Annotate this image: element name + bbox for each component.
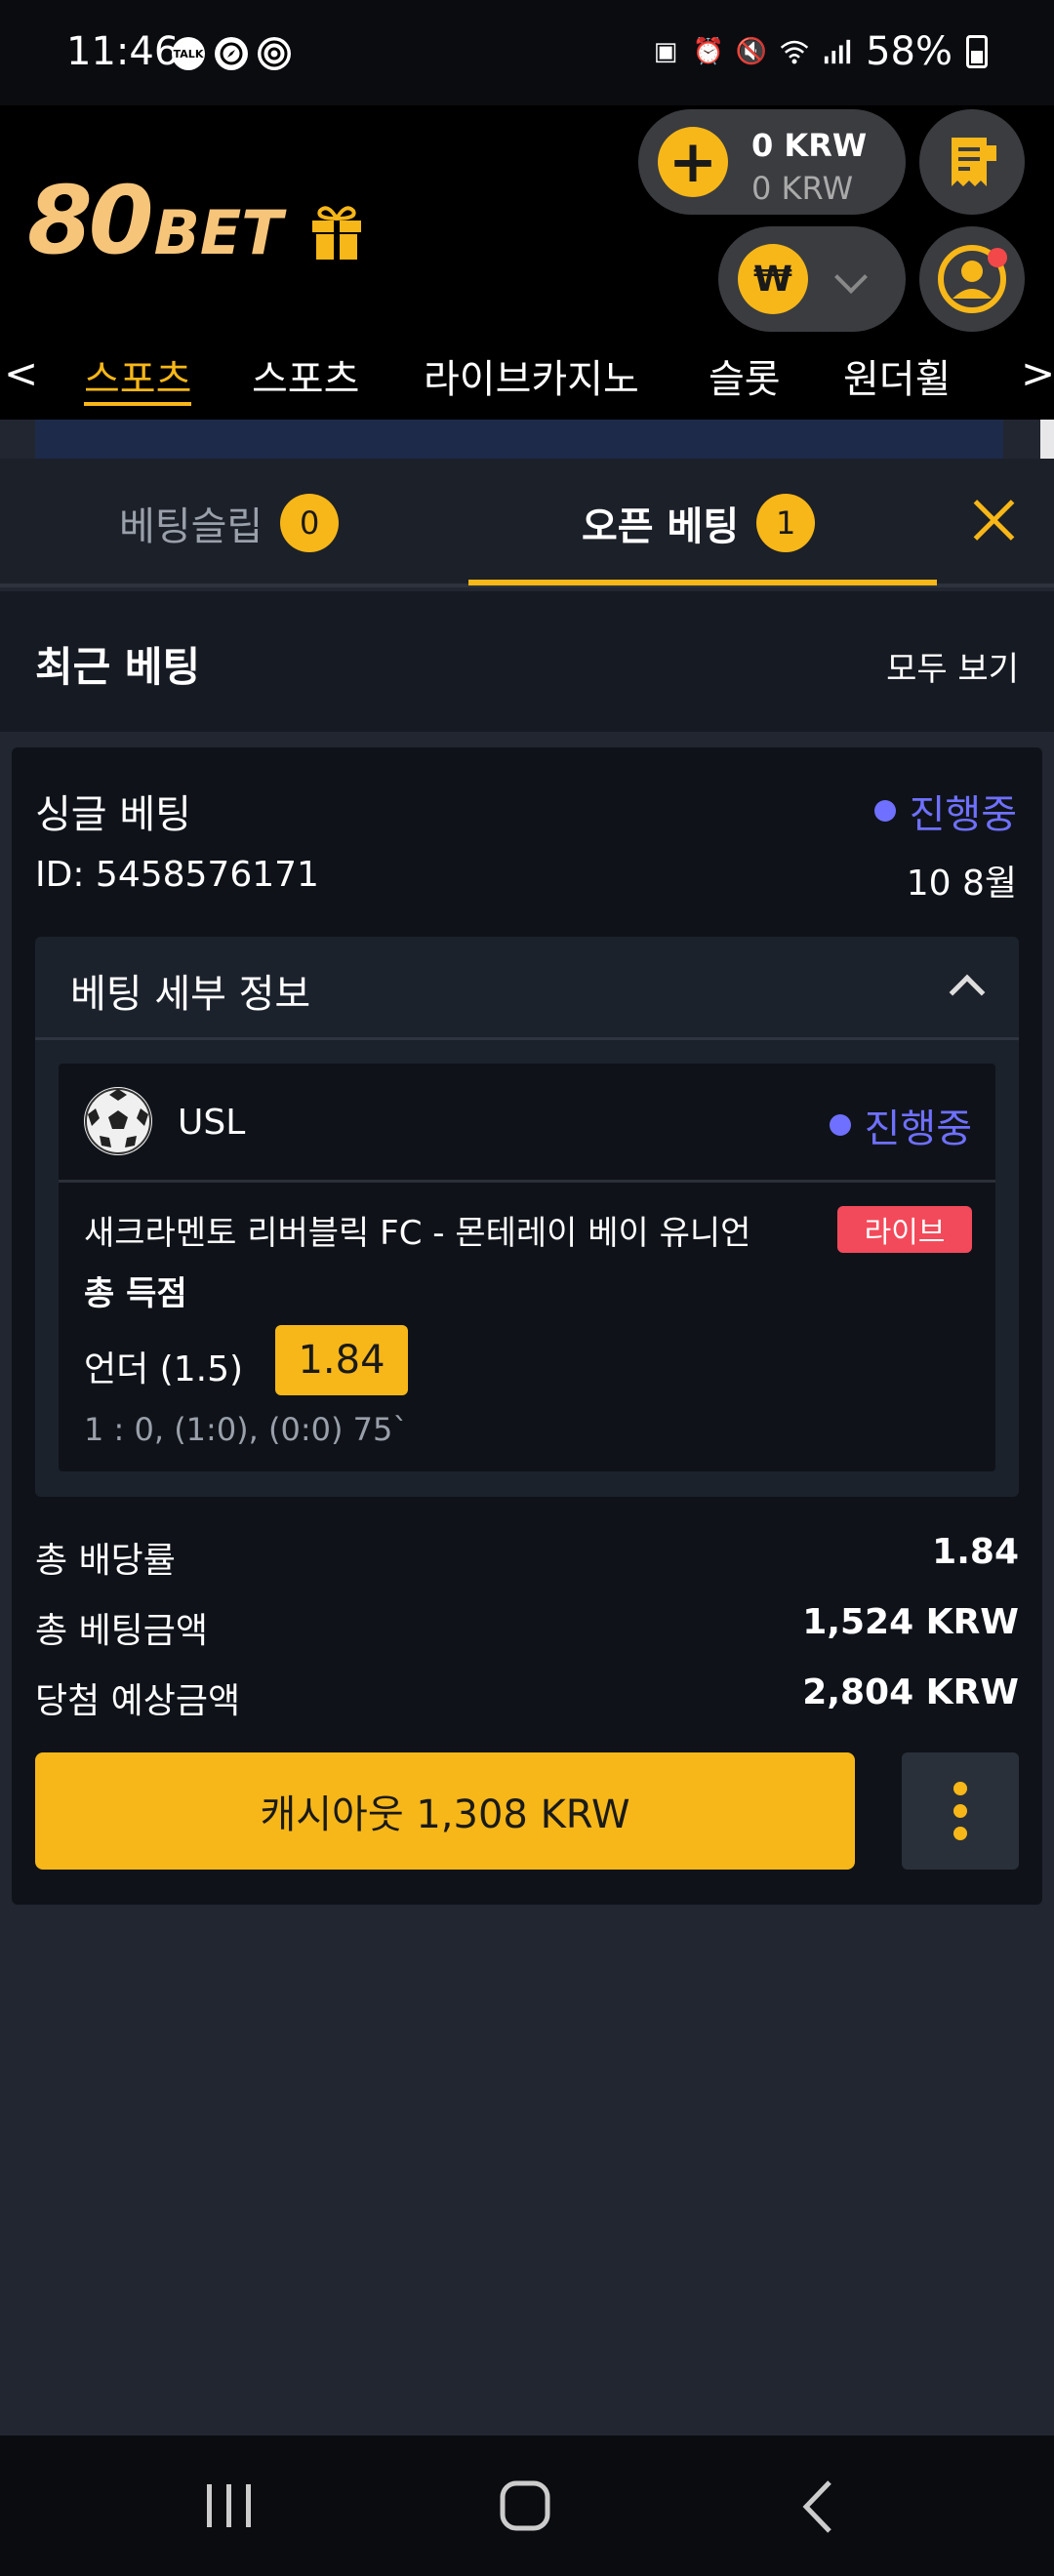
balance-pill[interactable]: + 0 KRW 0 KRW xyxy=(638,109,906,215)
talk-icon: TALK xyxy=(172,37,205,70)
chevron-down-icon xyxy=(834,261,868,294)
bet-tabs: 베팅슬립 0 오픈 베팅 1 xyxy=(0,459,1054,587)
user-avatar-icon xyxy=(938,245,1007,313)
total-stake-label: 총 베팅금액 xyxy=(35,1611,209,1651)
selection-name: 언더 (1.5) xyxy=(84,1349,244,1389)
won-currency-icon: ₩ xyxy=(738,244,808,314)
betslip-count-badge: 0 xyxy=(280,494,340,552)
more-options-button[interactable] xyxy=(902,1752,1019,1870)
app-header: 80 BET + 0 KRW 0 KRW ₩ xyxy=(0,105,1054,347)
match-teams: 새크라멘토 리버블릭 FC - 몬테레이 베이 유니언 xyxy=(84,1214,751,1253)
wifi-icon xyxy=(780,35,809,68)
category-nav: < 스포츠 스포츠 라이브카지노 슬롯 원더휠 > xyxy=(0,347,1054,420)
kebab-dot-icon xyxy=(953,1827,967,1840)
market-name: 총 득점 xyxy=(84,1274,187,1313)
see-all-link[interactable]: 모두 보기 xyxy=(886,642,1019,690)
compass-icon xyxy=(215,37,248,70)
bet-details-panel: 베팅 세부 정보 USL 진행중 새크라멘토 리버블릭 FC - 몬테레이 베이… xyxy=(35,937,1019,1497)
nav-item-sports-active[interactable]: 스포츠 xyxy=(84,347,191,404)
nav-item-live-casino[interactable]: 라이브카지노 xyxy=(424,347,639,404)
match-status: 진행중 xyxy=(829,1097,972,1153)
battery-saver-icon: ▣ xyxy=(653,37,678,66)
soccer-ball-icon xyxy=(84,1087,152,1155)
status-dot-icon xyxy=(873,800,896,822)
bet-card: 싱글 베팅 진행중 ID: 5458576171 10 8월 베팅 세부 정보 xyxy=(12,747,1042,1905)
match-item: USL 진행중 새크라멘토 리버블릭 FC - 몬테레이 베이 유니언 라이브 … xyxy=(59,1064,995,1471)
close-icon[interactable] xyxy=(972,498,1017,543)
battery-percent: 58% xyxy=(866,29,953,74)
nav-item-wonder-wheel[interactable]: 원더휠 xyxy=(843,347,951,404)
live-badge: 라이브 xyxy=(837,1206,972,1253)
tab-betslip-label: 베팅슬립 xyxy=(119,504,264,549)
total-stake-value: 1,524 KRW xyxy=(802,1602,1019,1642)
nav-active-underline xyxy=(84,402,191,406)
battery-icon xyxy=(966,35,988,68)
promo-banner-edge xyxy=(1040,420,1054,459)
status-time: 11:46 xyxy=(66,29,180,74)
potential-win-value: 2,804 KRW xyxy=(802,1672,1019,1712)
open-bets-count-badge: 1 xyxy=(756,494,816,552)
chevron-up-icon xyxy=(949,974,986,1011)
selection-odds: 1.84 xyxy=(275,1325,408,1395)
profile-button[interactable] xyxy=(919,226,1025,332)
signal-icon xyxy=(823,35,852,68)
nav-item-slots[interactable]: 슬롯 xyxy=(709,347,781,404)
mute-icon: 🔇 xyxy=(735,37,768,66)
bet-status: 진행중 xyxy=(873,783,1017,839)
potential-win-label: 당첨 예상금액 xyxy=(35,1681,241,1721)
tab-open-bets[interactable]: 오픈 베팅 1 xyxy=(582,459,816,587)
bet-status-label: 진행중 xyxy=(909,792,1017,837)
bet-type: 싱글 베팅 xyxy=(35,792,191,837)
summary-total-stake: 총 베팅금액 1,524 KRW xyxy=(35,1602,1019,1661)
match-status-dot-icon xyxy=(829,1114,851,1136)
match-header: USL 진행중 xyxy=(59,1064,995,1183)
recent-bets-header: 최근 베팅 모두 보기 xyxy=(0,591,1054,732)
chrome-icon xyxy=(258,37,291,70)
logo-number: 80 xyxy=(27,166,154,275)
nav-item-sports[interactable]: 스포츠 xyxy=(252,347,359,404)
bet-details-title: 베팅 세부 정보 xyxy=(70,972,311,1017)
back-icon[interactable] xyxy=(798,2478,837,2535)
balance-primary: 0 KRW xyxy=(751,127,868,164)
nav-next-arrow[interactable]: > xyxy=(1021,349,1054,397)
league-name: USL xyxy=(178,1103,246,1143)
cashout-button[interactable]: 캐시아웃 1,308 KRW xyxy=(35,1752,855,1870)
status-bar: 11:46 TALK ▣ ⏰ 🔇 58% xyxy=(0,0,1054,105)
bet-date: 10 8월 xyxy=(906,864,1017,904)
nav-prev-arrow[interactable]: < xyxy=(4,349,38,397)
kebab-dot-icon xyxy=(953,1782,967,1795)
total-odds-value: 1.84 xyxy=(932,1532,1019,1572)
promo-banner[interactable] xyxy=(35,420,1003,459)
balance-secondary: 0 KRW xyxy=(751,170,854,207)
bet-details-toggle[interactable]: 베팅 세부 정보 xyxy=(35,937,1019,1040)
gift-icon[interactable] xyxy=(310,203,363,262)
receipt-icon xyxy=(952,138,996,186)
system-nav-bar xyxy=(0,2435,1054,2576)
tab-open-bets-label: 오픈 베팅 xyxy=(582,504,740,549)
bet-id: ID: 5458576171 xyxy=(35,855,319,895)
currency-selector[interactable]: ₩ xyxy=(718,226,906,332)
live-score: 1 : 0, (1:0), (0:0) 75` xyxy=(84,1411,409,1448)
recent-apps-icon[interactable] xyxy=(203,2480,256,2531)
tab-betslip[interactable]: 베팅슬립 0 xyxy=(119,459,340,587)
summary-total-odds: 총 배당률 1.84 xyxy=(35,1532,1019,1590)
tab-active-underline xyxy=(468,580,937,585)
deposit-plus-icon[interactable]: + xyxy=(658,127,728,197)
kebab-dot-icon xyxy=(953,1804,967,1818)
logo-text: BET xyxy=(153,197,283,268)
alarm-icon: ⏰ xyxy=(692,37,725,66)
summary-potential-win: 당첨 예상금액 2,804 KRW xyxy=(35,1672,1019,1731)
home-icon[interactable] xyxy=(498,2478,552,2533)
total-odds-label: 총 배당률 xyxy=(35,1541,176,1581)
betslip-receipt-button[interactable] xyxy=(919,109,1025,215)
recent-bets-title: 최근 베팅 xyxy=(35,643,201,691)
match-status-label: 진행중 xyxy=(864,1107,972,1151)
logo[interactable]: 80 BET xyxy=(27,174,363,267)
